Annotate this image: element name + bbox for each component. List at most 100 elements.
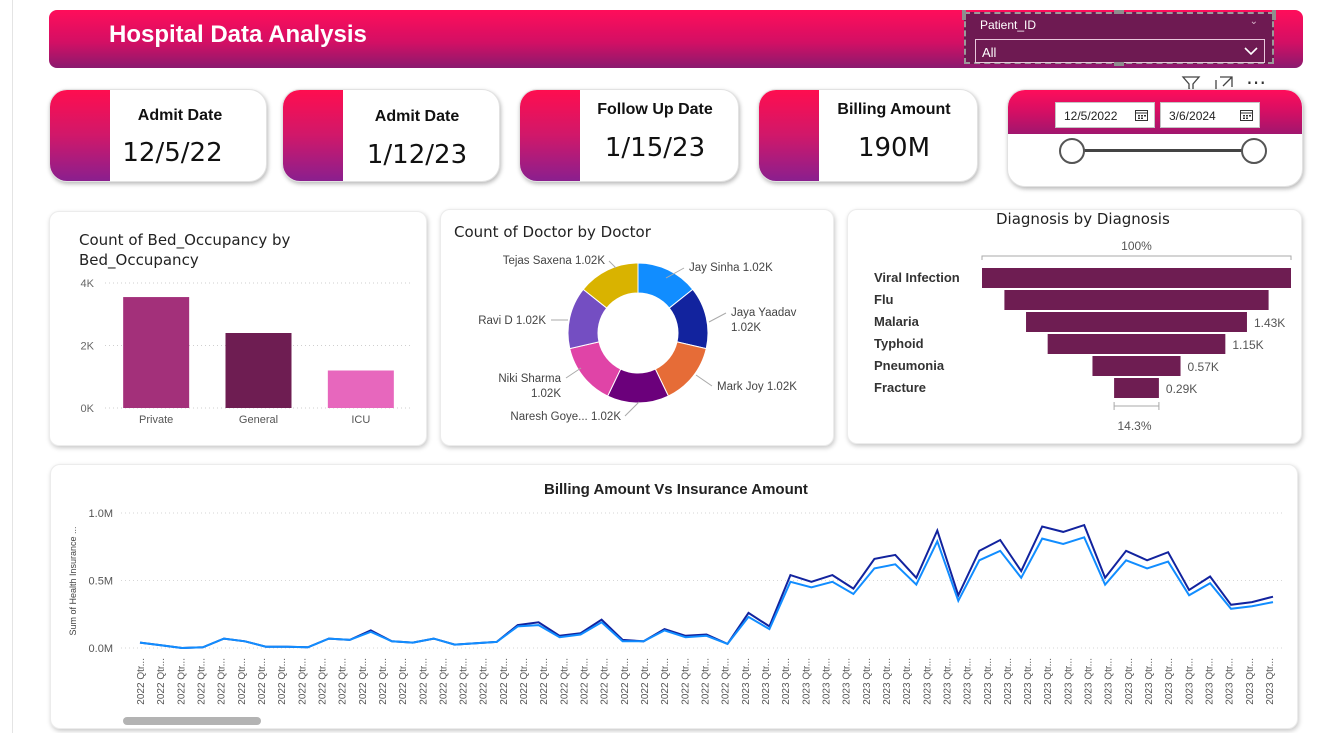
- kpi-card-admit-date-1: Admit Date 12/5/22: [49, 89, 267, 182]
- x-tick-label: 2022 Qtr...: [297, 658, 308, 705]
- more-options-icon[interactable]: ⋯: [1246, 70, 1268, 94]
- slice-label: Naresh Goye... 1.02K: [510, 411, 621, 423]
- resize-handle[interactable]: [1114, 10, 1124, 14]
- label-leader: [608, 260, 617, 269]
- dropdown-chevron-icon[interactable]: [1242, 42, 1260, 60]
- funnel-category-label: Pneumonia: [874, 358, 945, 373]
- x-tick-label: 2023 Qtr...: [1265, 658, 1276, 705]
- x-tick-label: 2023 Qtr...: [1063, 658, 1074, 705]
- funnel-value-label: 0.57K: [1188, 360, 1219, 374]
- bed-occupancy-chart: 0K 2K 4K Private General ICU: [81, 278, 412, 426]
- x-tick-label: 2022 Qtr...: [559, 658, 570, 705]
- funnel-value-label: 0.29K: [1166, 382, 1197, 396]
- resize-handle[interactable]: [962, 10, 966, 20]
- start-date-input[interactable]: 12/5/2022: [1055, 102, 1155, 128]
- x-tick-label: 2022 Qtr...: [479, 658, 490, 705]
- start-date-value: 12/5/2022: [1064, 109, 1118, 123]
- x-tick-label: 2022 Qtr...: [196, 658, 207, 705]
- funnel-bar: [1114, 378, 1159, 398]
- kpi-value: 12/5/22: [122, 138, 223, 168]
- kpi-accent-strip: [520, 90, 580, 181]
- funnel-value-label: 1.15K: [1232, 338, 1263, 352]
- series-line: [139, 536, 1274, 650]
- scrollbar-thumb[interactable]: [123, 717, 261, 725]
- diagnosis-funnel-chart: 100% Viral Infection Flu Malaria 1.43K Typhoi…: [874, 239, 1292, 433]
- patient-id-slicer[interactable]: Patient_ID ⌄ All: [964, 12, 1274, 64]
- x-tick-label: 2022 Qtr...: [237, 658, 248, 705]
- series-line: [139, 523, 1274, 650]
- date-slider-start-handle[interactable]: [1059, 138, 1085, 164]
- x-tick-label: 2022 Qtr...: [539, 658, 550, 705]
- x-tick-label: 2023 Qtr...: [1023, 658, 1034, 705]
- chevron-down-icon[interactable]: ⌄: [1250, 16, 1258, 27]
- x-tick-label: 2023 Qtr...: [1144, 658, 1155, 705]
- label-leader: [708, 312, 727, 323]
- funnel-value-label: 1.43K: [1254, 316, 1285, 330]
- kpi-value: 190M: [857, 133, 931, 163]
- page-title: Hospital Data Analysis: [109, 21, 367, 48]
- x-tick-label: 2022 Qtr...: [640, 658, 651, 705]
- x-tick-label: 2023 Qtr...: [1124, 658, 1135, 705]
- label-leader: [624, 401, 640, 417]
- x-tick-label: 2023 Qtr...: [741, 658, 752, 705]
- kpi-value: 1/12/23: [366, 140, 468, 170]
- kpi-title: Follow Up Date: [597, 101, 713, 118]
- resize-handle[interactable]: [1114, 62, 1124, 66]
- x-tick-label: 2023 Qtr...: [801, 658, 812, 705]
- x-tick-label: General: [239, 414, 278, 426]
- dashboard-page: Hospital Data Analysis Patient_ID ⌄ All …: [0, 0, 1341, 733]
- kpi-title: Admit Date: [137, 107, 223, 124]
- horizontal-scrollbar[interactable]: [123, 717, 1283, 725]
- bar: [327, 370, 394, 408]
- x-tick-label: 2023 Qtr...: [963, 658, 974, 705]
- bar: [123, 297, 190, 408]
- canvas-edge: [12, 0, 13, 733]
- slicer-selected-value: All: [982, 45, 997, 60]
- slice-label: Mark Joy 1.02K: [717, 381, 797, 393]
- kpi-card-follow-up-date: Follow Up Date 1/15/23: [519, 89, 739, 182]
- date-slider-end-handle[interactable]: [1241, 138, 1267, 164]
- slice-label: Jaya Yaadav: [731, 307, 797, 319]
- patient-id-dropdown[interactable]: All: [975, 39, 1265, 63]
- slice-label-value: 1.02K: [731, 322, 761, 334]
- y-tick-label: 4K: [81, 278, 95, 290]
- kpi-title: Billing Amount: [837, 101, 951, 118]
- x-tick-label: 2022 Qtr...: [721, 658, 732, 705]
- x-tick-label: 2023 Qtr...: [1043, 658, 1054, 705]
- date-range-slicer: 12/5/2022 3/6/2024: [1007, 89, 1303, 187]
- x-tick-label: 2022 Qtr...: [680, 658, 691, 705]
- x-tick-label: 2023 Qtr...: [942, 658, 953, 705]
- x-tick-label: 2023 Qtr...: [922, 658, 933, 705]
- x-tick-label: 2022 Qtr...: [378, 658, 389, 705]
- x-tick-label: 2022 Qtr...: [398, 658, 409, 705]
- funnel-bar: [1047, 334, 1226, 354]
- x-tick-label: 2023 Qtr...: [862, 658, 873, 705]
- y-tick-label: 0K: [81, 403, 95, 415]
- y-tick-label: 0.0M: [89, 643, 113, 655]
- x-tick-label: 2023 Qtr...: [1205, 658, 1216, 705]
- label-leader: [695, 374, 713, 387]
- calendar-icon[interactable]: [1240, 109, 1253, 121]
- x-tick-label: 2023 Qtr...: [842, 658, 853, 705]
- funnel-category-label: Malaria: [874, 314, 920, 329]
- x-tick-label: 2022 Qtr...: [176, 658, 187, 705]
- funnel-bottom-label: 14.3%: [1117, 419, 1151, 433]
- x-tick-label: 2023 Qtr...: [781, 658, 792, 705]
- date-slider-track[interactable]: [1072, 149, 1254, 152]
- end-date-value: 3/6/2024: [1169, 109, 1216, 123]
- funnel-category-label: Viral Infection: [874, 270, 960, 285]
- y-tick-label: 1.0M: [89, 508, 113, 520]
- x-tick-label: Private: [139, 414, 173, 426]
- x-tick-label: 2022 Qtr...: [519, 658, 530, 705]
- resize-handle[interactable]: [1272, 10, 1276, 20]
- x-tick-label: 2022 Qtr...: [156, 658, 167, 705]
- slice-label: Tejas Saxena 1.02K: [503, 255, 606, 267]
- end-date-input[interactable]: 3/6/2024: [1160, 102, 1260, 128]
- funnel-top-label: 100%: [1121, 239, 1152, 253]
- y-tick-label: 0.5M: [89, 576, 113, 588]
- calendar-icon[interactable]: [1135, 109, 1148, 121]
- x-tick-label: 2022 Qtr...: [660, 658, 671, 705]
- x-tick-label: 2022 Qtr...: [499, 658, 510, 705]
- x-tick-label: 2022 Qtr...: [620, 658, 631, 705]
- funnel-bar: [1026, 312, 1247, 332]
